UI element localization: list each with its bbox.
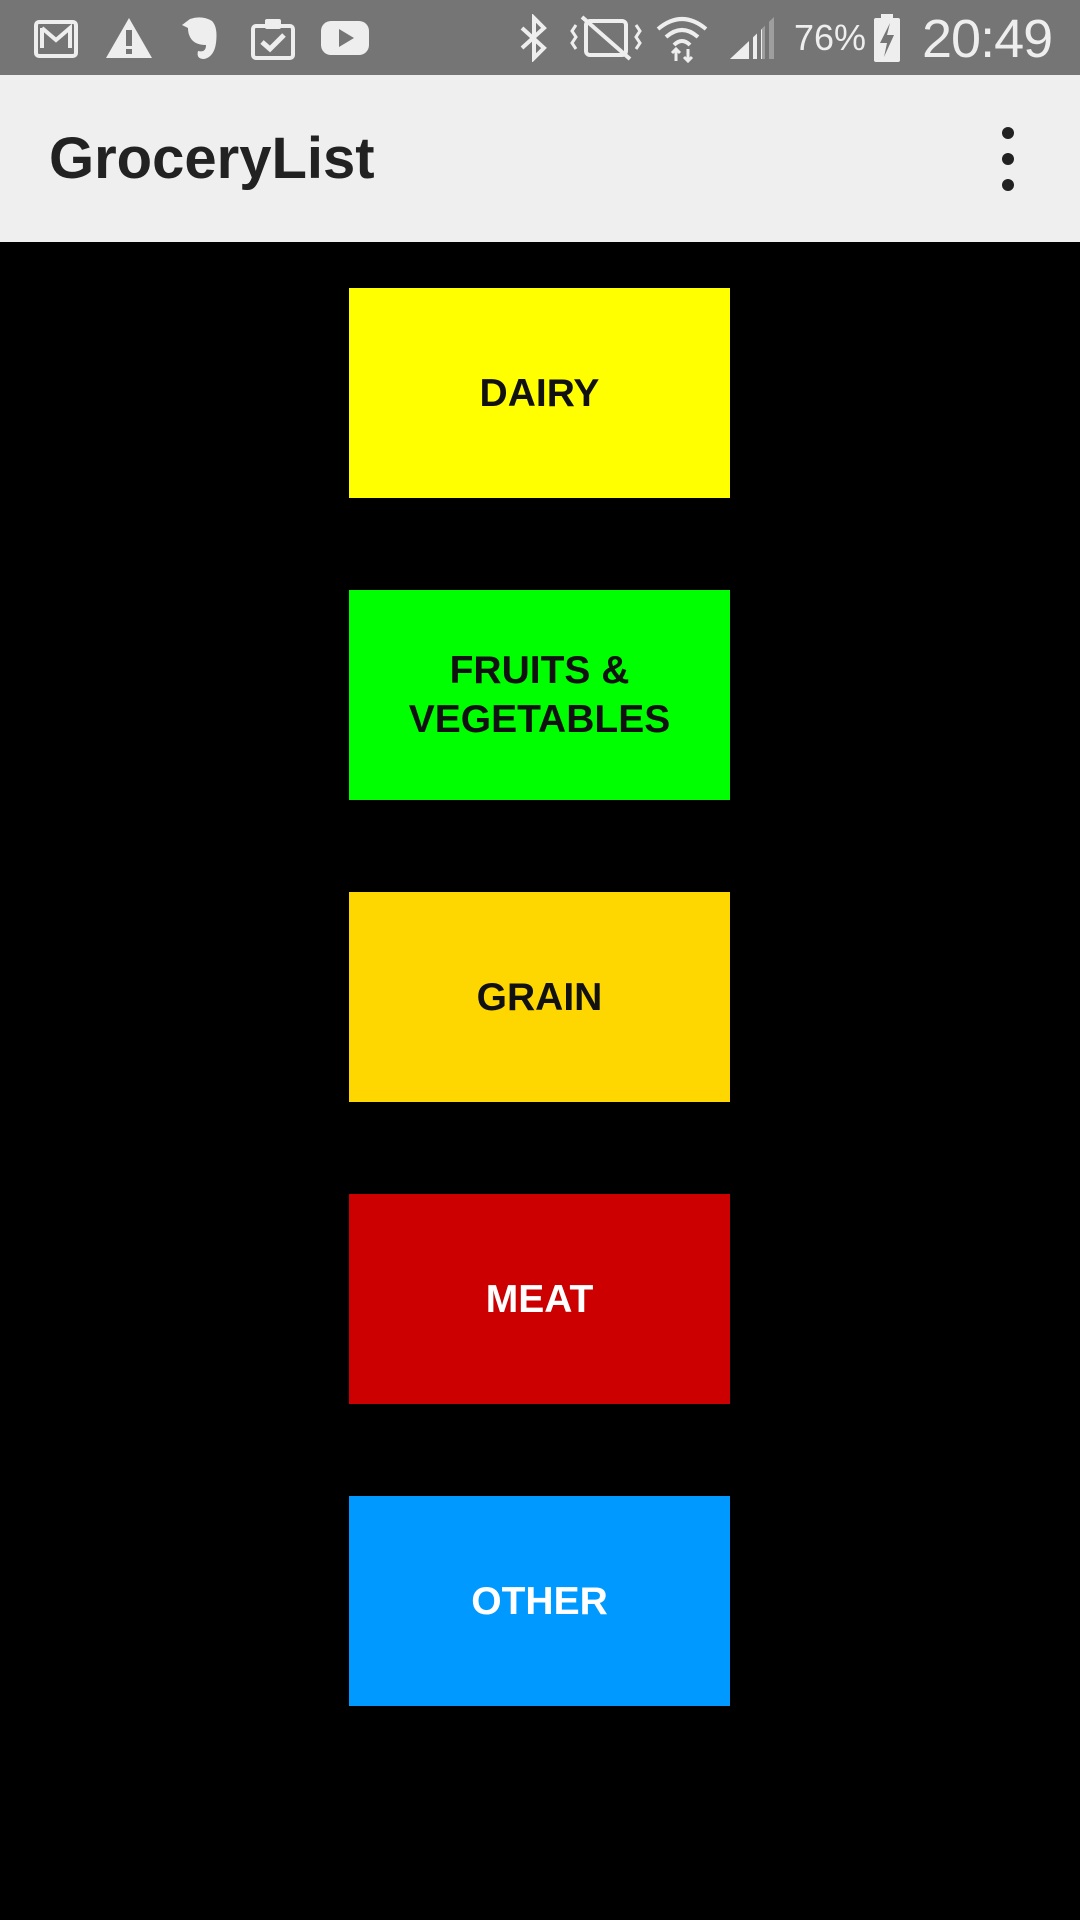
overflow-menu-icon[interactable] bbox=[980, 127, 1036, 191]
cell-signal-icon bbox=[728, 14, 778, 62]
grain-button-label: GRAIN bbox=[476, 975, 603, 1019]
status-bar: 76% 20:49 bbox=[0, 0, 1080, 75]
bluetooth-icon bbox=[518, 14, 550, 62]
other-button-label: OTHER bbox=[471, 1579, 608, 1623]
dairy-button-label: DAIRY bbox=[479, 371, 600, 415]
grain-button[interactable]: GRAIN bbox=[349, 892, 730, 1102]
status-clock: 20:49 bbox=[922, 9, 1053, 69]
app-title: GroceryList bbox=[49, 126, 375, 191]
category-list: DAIRY FRUITS & VEGETABLES GRAIN MEAT OTH… bbox=[0, 242, 1080, 1920]
clipboard-check-icon bbox=[250, 14, 296, 62]
battery-percent: 76% bbox=[794, 17, 867, 58]
fruits-vegetables-label-line-2: VEGETABLES bbox=[408, 698, 671, 741]
app-bar: GroceryList bbox=[0, 75, 1080, 242]
evernote-icon bbox=[180, 14, 222, 62]
fruits-vegetables-button[interactable]: FRUITS & VEGETABLES bbox=[349, 590, 730, 800]
battery-charging-icon bbox=[872, 14, 902, 62]
vibrate-icon bbox=[570, 14, 642, 62]
gmail-icon bbox=[34, 14, 80, 62]
youtube-icon bbox=[320, 14, 370, 62]
fruits-vegetables-label-line-1: FRUITS & bbox=[449, 649, 630, 692]
warning-icon bbox=[104, 14, 154, 62]
meat-button[interactable]: MEAT bbox=[349, 1194, 730, 1404]
meat-button-label: MEAT bbox=[485, 1277, 594, 1321]
other-button[interactable]: OTHER bbox=[349, 1496, 730, 1706]
wifi-icon bbox=[654, 14, 710, 63]
dairy-button[interactable]: DAIRY bbox=[349, 288, 730, 498]
